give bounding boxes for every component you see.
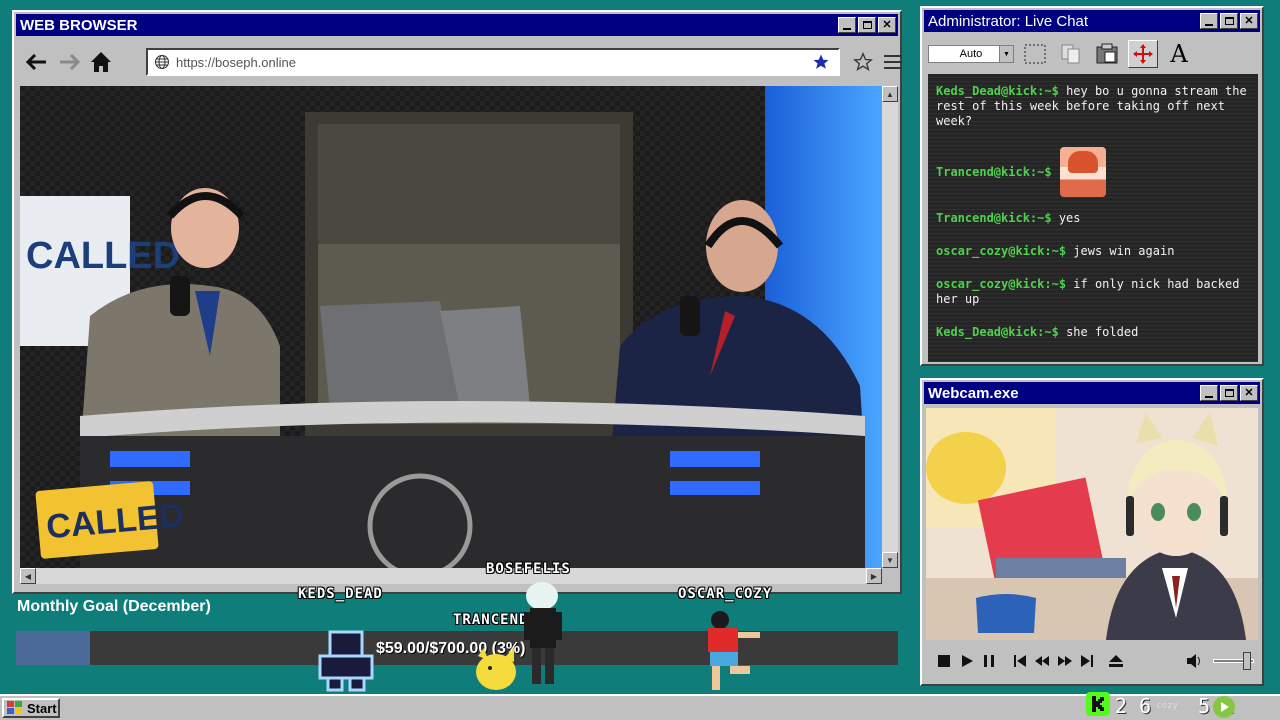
scroll-left-arrow-icon[interactable]: ◀ [20,568,36,584]
minimize-button[interactable] [1200,13,1218,29]
globe-icon [155,55,169,69]
chat-log[interactable]: Keds_Dead@kick:~$ hey bo u gonna stream … [928,74,1258,362]
chat-message: Trancend@kick:~$ [936,147,1250,197]
chat-message: oscar_cozy@kick:~$ if only nick had back… [936,277,1250,307]
browser-titlebar[interactable]: WEB BROWSER ✕ [16,14,898,36]
chat-title: Administrator: Live Chat [928,12,1089,30]
forward-arrow-icon[interactable] [56,49,82,75]
kick-icon[interactable] [1086,691,1110,720]
live-chat-window: Administrator: Live Chat ✕ Auto ▼ A Keds… [920,6,1264,366]
menu-icon[interactable] [880,49,906,75]
favorites-star-icon[interactable] [850,49,876,75]
chat-username: Keds_Dead@kick:~$ [936,84,1059,98]
chat-message: Trancend@kick:~$ yes [936,211,1250,226]
goal-label: Monthly Goal (December) [17,598,211,615]
boseph-sprite-icon [524,582,562,684]
anime-girl-sticker [1059,147,1106,197]
chat-text: yes [1058,211,1081,225]
sprite-name-boseph: BOSEFELIS [486,561,571,577]
close-button[interactable]: ✕ [1240,385,1258,401]
scroll-down-arrow-icon[interactable]: ▼ [882,552,898,568]
webcam-feed [926,408,1258,640]
minimize-button[interactable] [1200,385,1218,401]
back-arrow-icon[interactable] [24,49,50,75]
stop-icon[interactable] [934,650,955,672]
skip-back-icon[interactable] [1010,650,1031,672]
chat-message: oscar_cozy@kick:~$ jews win again [936,244,1250,259]
maximize-button[interactable] [858,17,876,33]
select-region-icon[interactable] [1020,40,1050,68]
font-size-select[interactable]: Auto ▼ [928,45,1014,63]
address-bar[interactable]: https://boseph.online [146,48,840,76]
start-button[interactable]: Start [2,698,60,718]
close-button[interactable]: ✕ [878,17,896,33]
studio-video-frame: CALLED CALLED [20,86,882,568]
sprite-name-oscar: OSCAR_COZY [678,586,773,602]
bookmarked-star-icon[interactable] [812,53,830,71]
skip-forward-icon[interactable] [1077,650,1098,672]
chat-username: Keds_Dead@kick:~$ [936,325,1059,339]
chat-text: she folded [1066,325,1139,339]
minimize-button[interactable] [838,17,856,33]
browser-toolbar: https://boseph.online [18,42,902,82]
rumble-icon[interactable] [1212,695,1236,720]
font-size-value: Auto [959,48,983,60]
vertical-scrollbar[interactable]: ▲ ▼ [882,86,898,568]
webcam-titlebar[interactable]: Webcam.exe ✕ [924,382,1260,404]
anime-avatar-image [926,408,1258,640]
eject-icon[interactable] [1106,650,1127,672]
close-button[interactable]: ✕ [1240,13,1258,29]
chat-username: Trancend@kick:~$ [936,164,1052,179]
maximize-button[interactable] [1220,385,1238,401]
media-controls [930,646,1254,676]
pikachu-sprite-icon [476,648,516,690]
chat-message: Keds_Dead@kick:~$ she folded [936,325,1250,340]
chevron-down-icon[interactable]: ▼ [999,46,1013,62]
play-icon[interactable] [957,650,978,672]
keds-sprite-icon [318,630,374,692]
move-icon[interactable] [1128,40,1158,68]
url-text: https://boseph.online [176,54,296,70]
browser-title: WEB BROWSER [20,16,138,34]
start-label: Start [27,700,57,716]
webcam-window: Webcam.exe ✕ [920,378,1264,686]
svg-text:CALLED: CALLED [26,235,180,277]
cozy-icon[interactable]: cozy [1156,701,1178,711]
scroll-up-arrow-icon[interactable]: ▲ [882,86,898,102]
fast-forward-icon[interactable] [1055,650,1076,672]
rewind-icon[interactable] [1032,650,1053,672]
goal-progress-fill [16,631,91,665]
volume-icon[interactable] [1184,650,1205,672]
chat-toolbar: Auto ▼ A [926,36,1258,72]
chat-text: jews win again [1073,244,1175,258]
maximize-button[interactable] [1220,13,1238,29]
windows-logo-icon [7,701,22,714]
browser-window: WEB BROWSER ✕ https://boseph.online CALL… [12,10,902,594]
sprite-name-keds: KEDS_DEAD [298,586,383,602]
text-tool-icon[interactable]: A [1164,40,1194,68]
chat-username: oscar_cozy@kick:~$ [936,244,1067,258]
copy-icon[interactable] [1056,40,1086,68]
horizontal-scrollbar[interactable]: ◀ ▶ [20,568,882,584]
webcam-title: Webcam.exe [928,384,1019,402]
video-stream[interactable]: CALLED CALLED [20,86,882,568]
paste-icon[interactable] [1092,40,1122,68]
volume-slider[interactable] [1212,652,1254,670]
pause-icon[interactable] [979,650,1000,672]
chat-username: oscar_cozy@kick:~$ [936,277,1067,291]
chat-message: Keds_Dead@kick:~$ hey bo u gonna stream … [936,84,1250,129]
kick-viewer-count: 2 6 [1115,694,1152,718]
scroll-right-arrow-icon[interactable]: ▶ [866,568,882,584]
chat-username: Trancend@kick:~$ [936,211,1052,225]
chat-titlebar[interactable]: Administrator: Live Chat ✕ [924,10,1260,32]
home-icon[interactable] [88,49,114,75]
oscar-sprite-icon [708,611,760,690]
